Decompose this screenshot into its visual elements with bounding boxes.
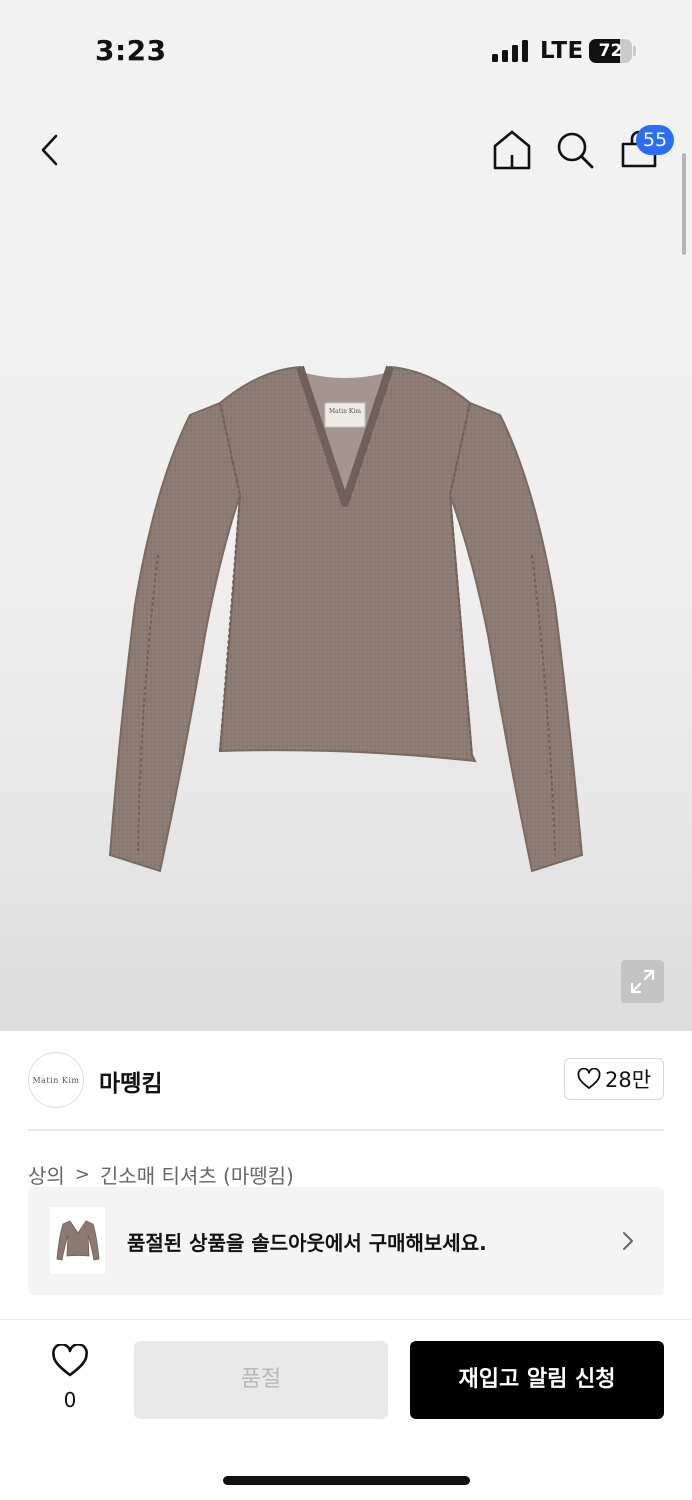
soldout-banner[interactable]: 품절된 상품을 솔드아웃에서 구매해보세요.	[28, 1187, 664, 1295]
breadcrumb-item-category[interactable]: 상의	[28, 1160, 65, 1189]
search-button[interactable]	[555, 130, 595, 170]
brand-like-button[interactable]: 28만	[564, 1058, 664, 1100]
brand-like-count: 28만	[604, 1068, 652, 1092]
top-navigation	[0, 100, 692, 200]
breadcrumb: 상의 > 긴소매 티셔츠 (마뗑킴)	[28, 1160, 294, 1188]
status-time: 3:23	[95, 34, 167, 67]
soldout-button[interactable]: 품절	[134, 1341, 388, 1419]
heart-icon	[577, 1068, 601, 1089]
bottom-bar-divider	[0, 1319, 692, 1320]
network-type: LTE	[540, 38, 584, 64]
wishlist-count: 0	[63, 1388, 77, 1412]
garment-label-text: Matin Kim	[329, 408, 361, 415]
wishlist-button[interactable]: 0	[40, 1342, 100, 1420]
banner-thumbnail	[50, 1207, 105, 1274]
brand-name[interactable]: 마뗑킴	[99, 1064, 162, 1098]
breadcrumb-item-subcategory[interactable]: 긴소매 티셔츠 (마뗑킴)	[100, 1160, 294, 1189]
section-divider	[28, 1129, 664, 1131]
home-icon	[493, 130, 531, 170]
product-image[interactable]: Matin Kim	[100, 355, 590, 885]
expand-image-button[interactable]	[621, 960, 664, 1003]
brand-logo[interactable]: Matin Kim	[28, 1052, 84, 1108]
scrollbar[interactable]	[682, 153, 686, 255]
cart-count-badge: 55	[636, 125, 674, 155]
breadcrumb-separator-icon: >	[74, 1163, 90, 1185]
chevron-right-icon	[623, 1232, 633, 1250]
brand-row: Matin Kim 마뗑킴 28만	[28, 1052, 664, 1108]
back-chevron-icon	[41, 134, 58, 166]
status-bar: 3:23 LTE 72	[0, 0, 692, 100]
soldout-banner-text: 품절된 상품을 솔드아웃에서 구매해보세요.	[127, 1231, 487, 1255]
restock-alert-button[interactable]: 재입고 알림 신청	[410, 1341, 664, 1419]
expand-arrows-icon	[630, 969, 655, 994]
home-button[interactable]	[492, 128, 532, 172]
battery-tip	[633, 46, 636, 56]
search-icon	[557, 132, 594, 169]
back-button[interactable]	[30, 130, 70, 170]
heart-icon	[52, 1344, 88, 1377]
battery-icon: 72	[589, 39, 632, 63]
cellular-signal-icon	[492, 40, 530, 62]
battery-level: 72	[598, 41, 623, 61]
home-indicator[interactable]	[223, 1476, 470, 1485]
